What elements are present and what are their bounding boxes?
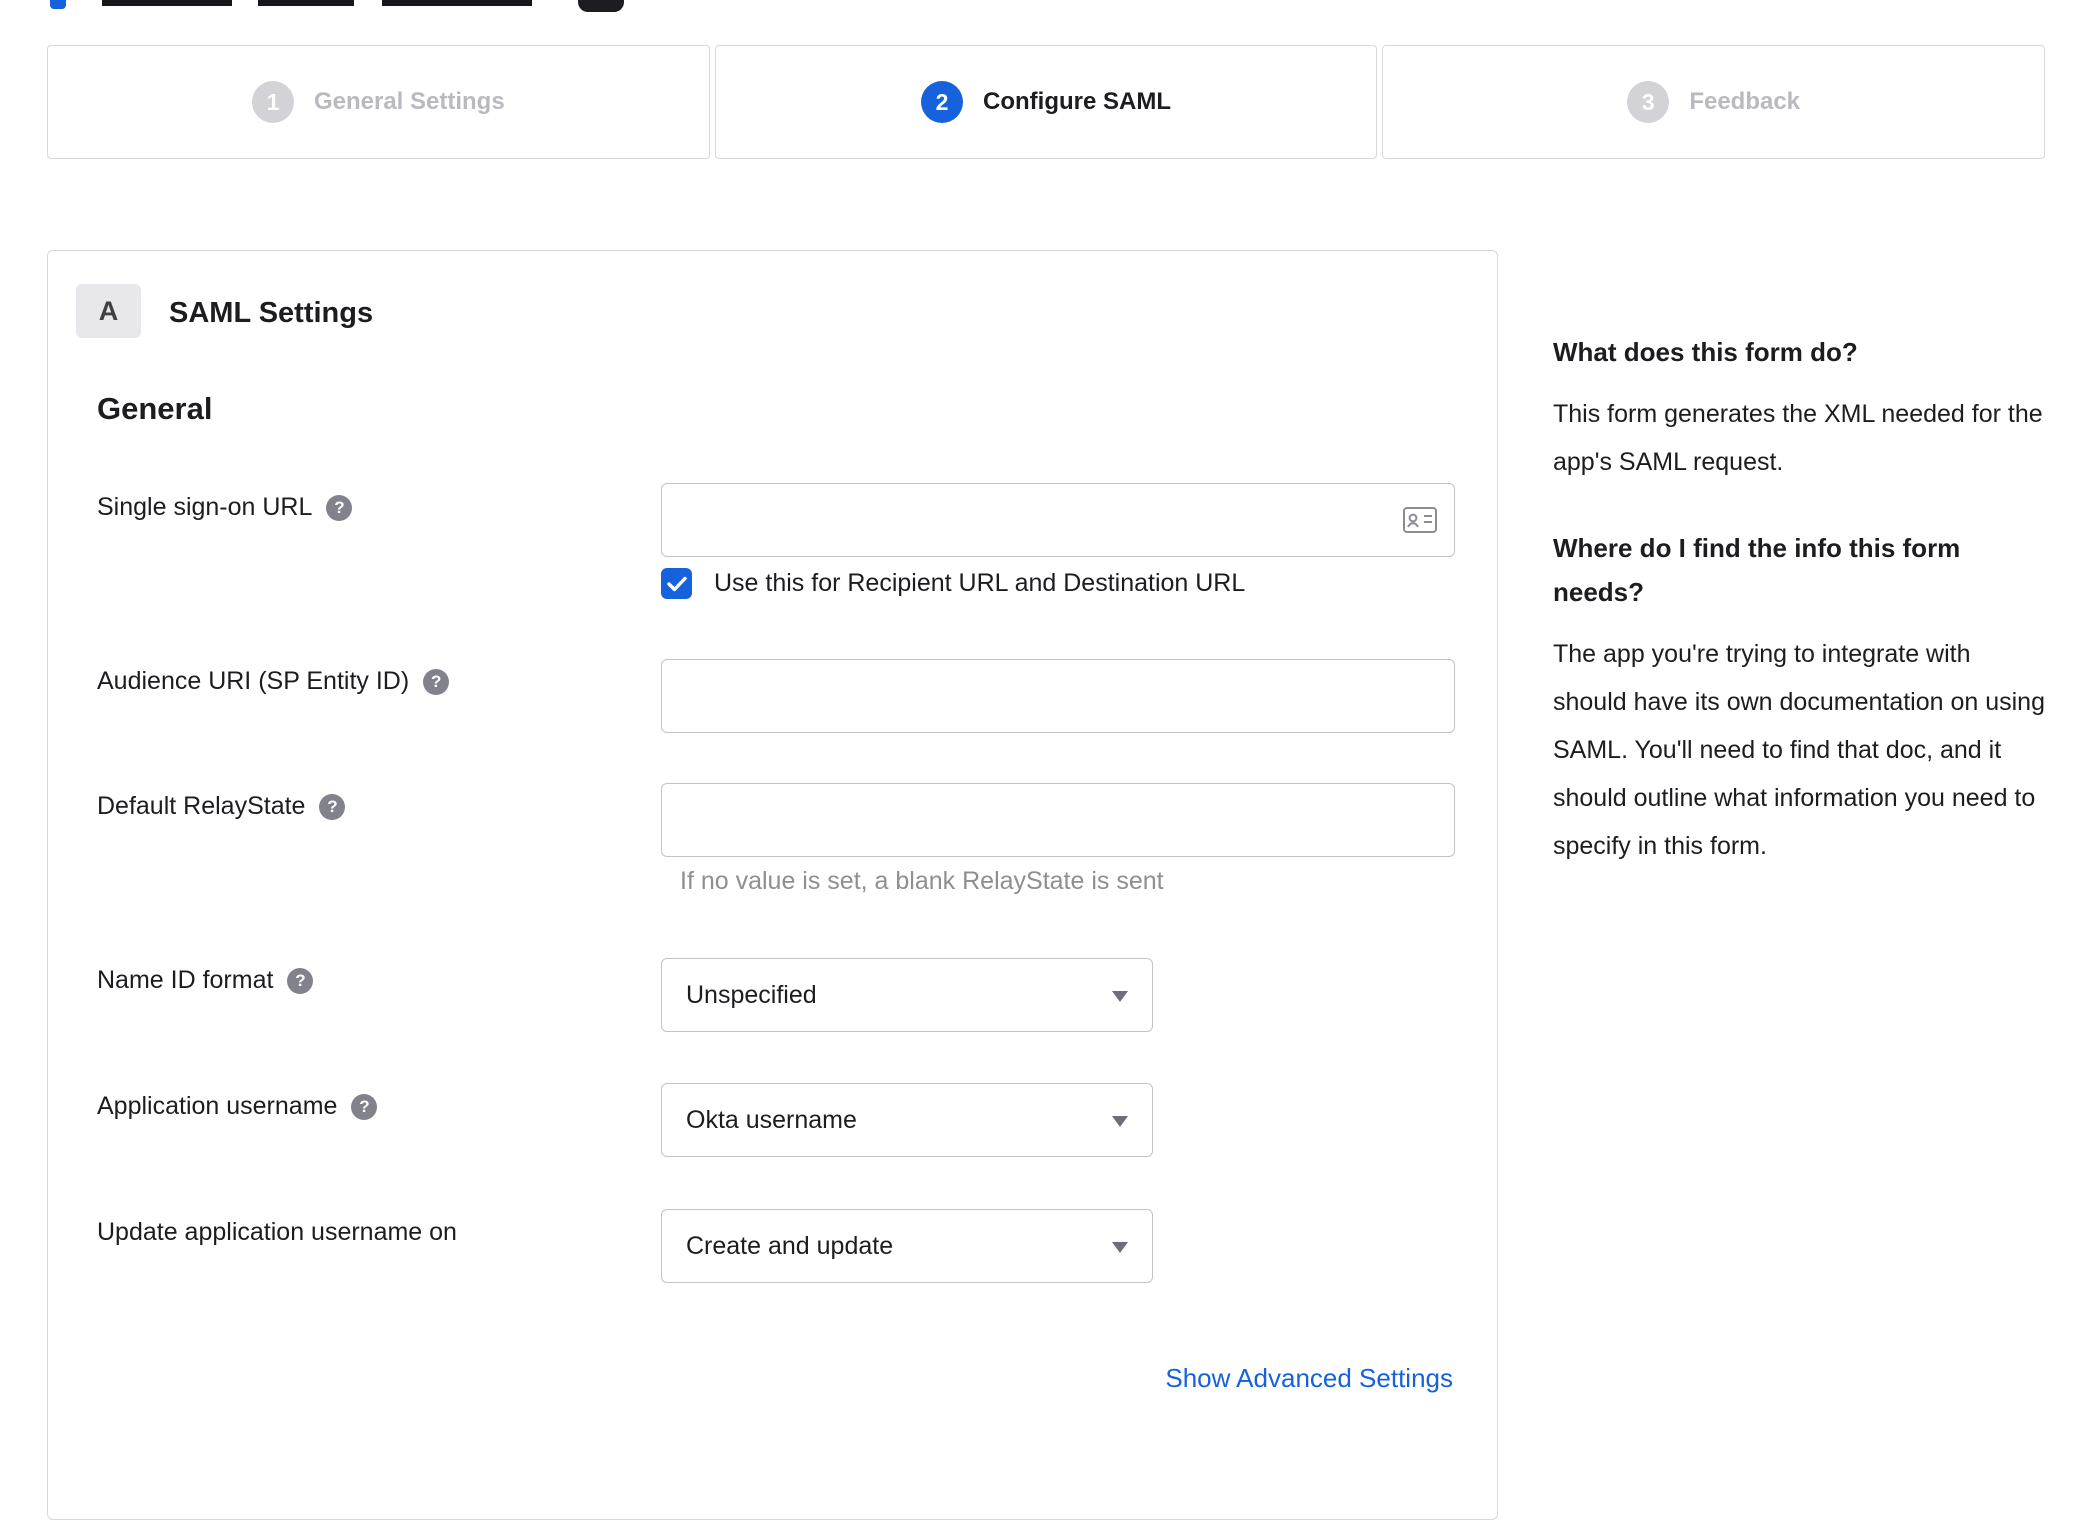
contact-card-icon <box>1403 507 1437 533</box>
step-number-badge: 3 <box>1627 81 1670 123</box>
update-app-username-label: Update application username on <box>97 1218 457 1247</box>
help-icon[interactable]: ? <box>423 668 450 695</box>
help-body-what: This form generates the XML needed for t… <box>1553 400 2043 476</box>
audience-uri-label: Audience URI (SP Entity ID) ? <box>97 667 450 696</box>
sso-url-label: Single sign-on URL ? <box>97 493 353 522</box>
update-app-username-value: Create and update <box>686 1231 894 1260</box>
step-number-badge: 2 <box>921 81 964 123</box>
section-a-badge: A <box>76 284 141 338</box>
show-advanced-settings-link[interactable]: Show Advanced Settings <box>1165 1363 1453 1394</box>
help-body-where: The app you're trying to integrate with … <box>1553 640 2045 860</box>
name-id-format-label-text: Name ID format <box>97 966 274 994</box>
cutoff-blue-text-fragment <box>50 0 66 9</box>
recipient-url-checkbox-row: Use this for Recipient URL and Destinati… <box>661 568 1245 599</box>
cutoff-title-fragment <box>258 0 354 6</box>
application-username-value: Okta username <box>686 1105 857 1134</box>
help-heading-what: What does this form do? <box>1553 337 1858 367</box>
update-app-username-label-text: Update application username on <box>97 1218 457 1246</box>
step-label: General Settings <box>313 88 505 115</box>
audience-uri-label-text: Audience URI (SP Entity ID) <box>97 667 410 695</box>
sso-url-input[interactable] <box>661 483 1455 557</box>
step-number-badge: 1 <box>251 81 294 123</box>
panel-title: SAML Settings <box>169 297 374 329</box>
application-username-label: Application username ? <box>97 1092 378 1121</box>
relaystate-helper-text: If no value is set, a blank RelayState i… <box>680 867 1164 895</box>
default-relaystate-label-text: Default RelayState <box>97 792 306 820</box>
step-label: Feedback <box>1689 88 1801 115</box>
recipient-url-checkbox[interactable] <box>661 568 692 599</box>
step-general-settings[interactable]: 1 General Settings <box>47 45 710 159</box>
step-configure-saml[interactable]: 2 Configure SAML <box>714 45 1378 159</box>
dropdown-caret-icon <box>1112 1242 1128 1253</box>
group-title-general: General <box>97 391 213 426</box>
saml-settings-panel: A SAML Settings General Single sign-on U… <box>47 250 1498 1520</box>
recipient-url-checkbox-label[interactable]: Use this for Recipient URL and Destinati… <box>714 569 1245 598</box>
cutoff-title-fragment <box>382 0 532 6</box>
application-username-select[interactable]: Okta username <box>661 1083 1153 1157</box>
cutoff-app-icon-fragment <box>578 0 624 12</box>
name-id-format-value: Unspecified <box>686 980 817 1009</box>
help-icon[interactable]: ? <box>351 1093 378 1120</box>
audience-uri-input[interactable] <box>661 659 1455 733</box>
checkmark-icon <box>666 576 687 591</box>
help-icon[interactable]: ? <box>326 494 353 521</box>
name-id-format-select[interactable]: Unspecified <box>661 958 1153 1032</box>
cutoff-page-header <box>0 0 2092 12</box>
dropdown-caret-icon <box>1112 1116 1128 1127</box>
application-username-label-text: Application username <box>97 1092 338 1120</box>
wizard-stepper: 1 General Settings 2 Configure SAML 3 Fe… <box>47 45 2046 159</box>
cutoff-title-fragment <box>102 0 232 6</box>
step-feedback[interactable]: 3 Feedback <box>1382 45 2046 159</box>
help-sidebar: What does this form do? This form genera… <box>1553 330 2051 910</box>
step-label: Configure SAML <box>983 88 1171 115</box>
default-relaystate-label: Default RelayState ? <box>97 792 346 821</box>
update-app-username-select[interactable]: Create and update <box>661 1209 1153 1283</box>
help-heading-where: Where do I find the info this form needs… <box>1553 533 1961 607</box>
default-relaystate-input[interactable] <box>661 783 1455 857</box>
dropdown-caret-icon <box>1112 991 1128 1002</box>
help-icon[interactable]: ? <box>287 967 314 994</box>
sso-url-label-text: Single sign-on URL <box>97 493 313 521</box>
name-id-format-label: Name ID format ? <box>97 966 314 995</box>
help-icon[interactable]: ? <box>319 793 346 820</box>
